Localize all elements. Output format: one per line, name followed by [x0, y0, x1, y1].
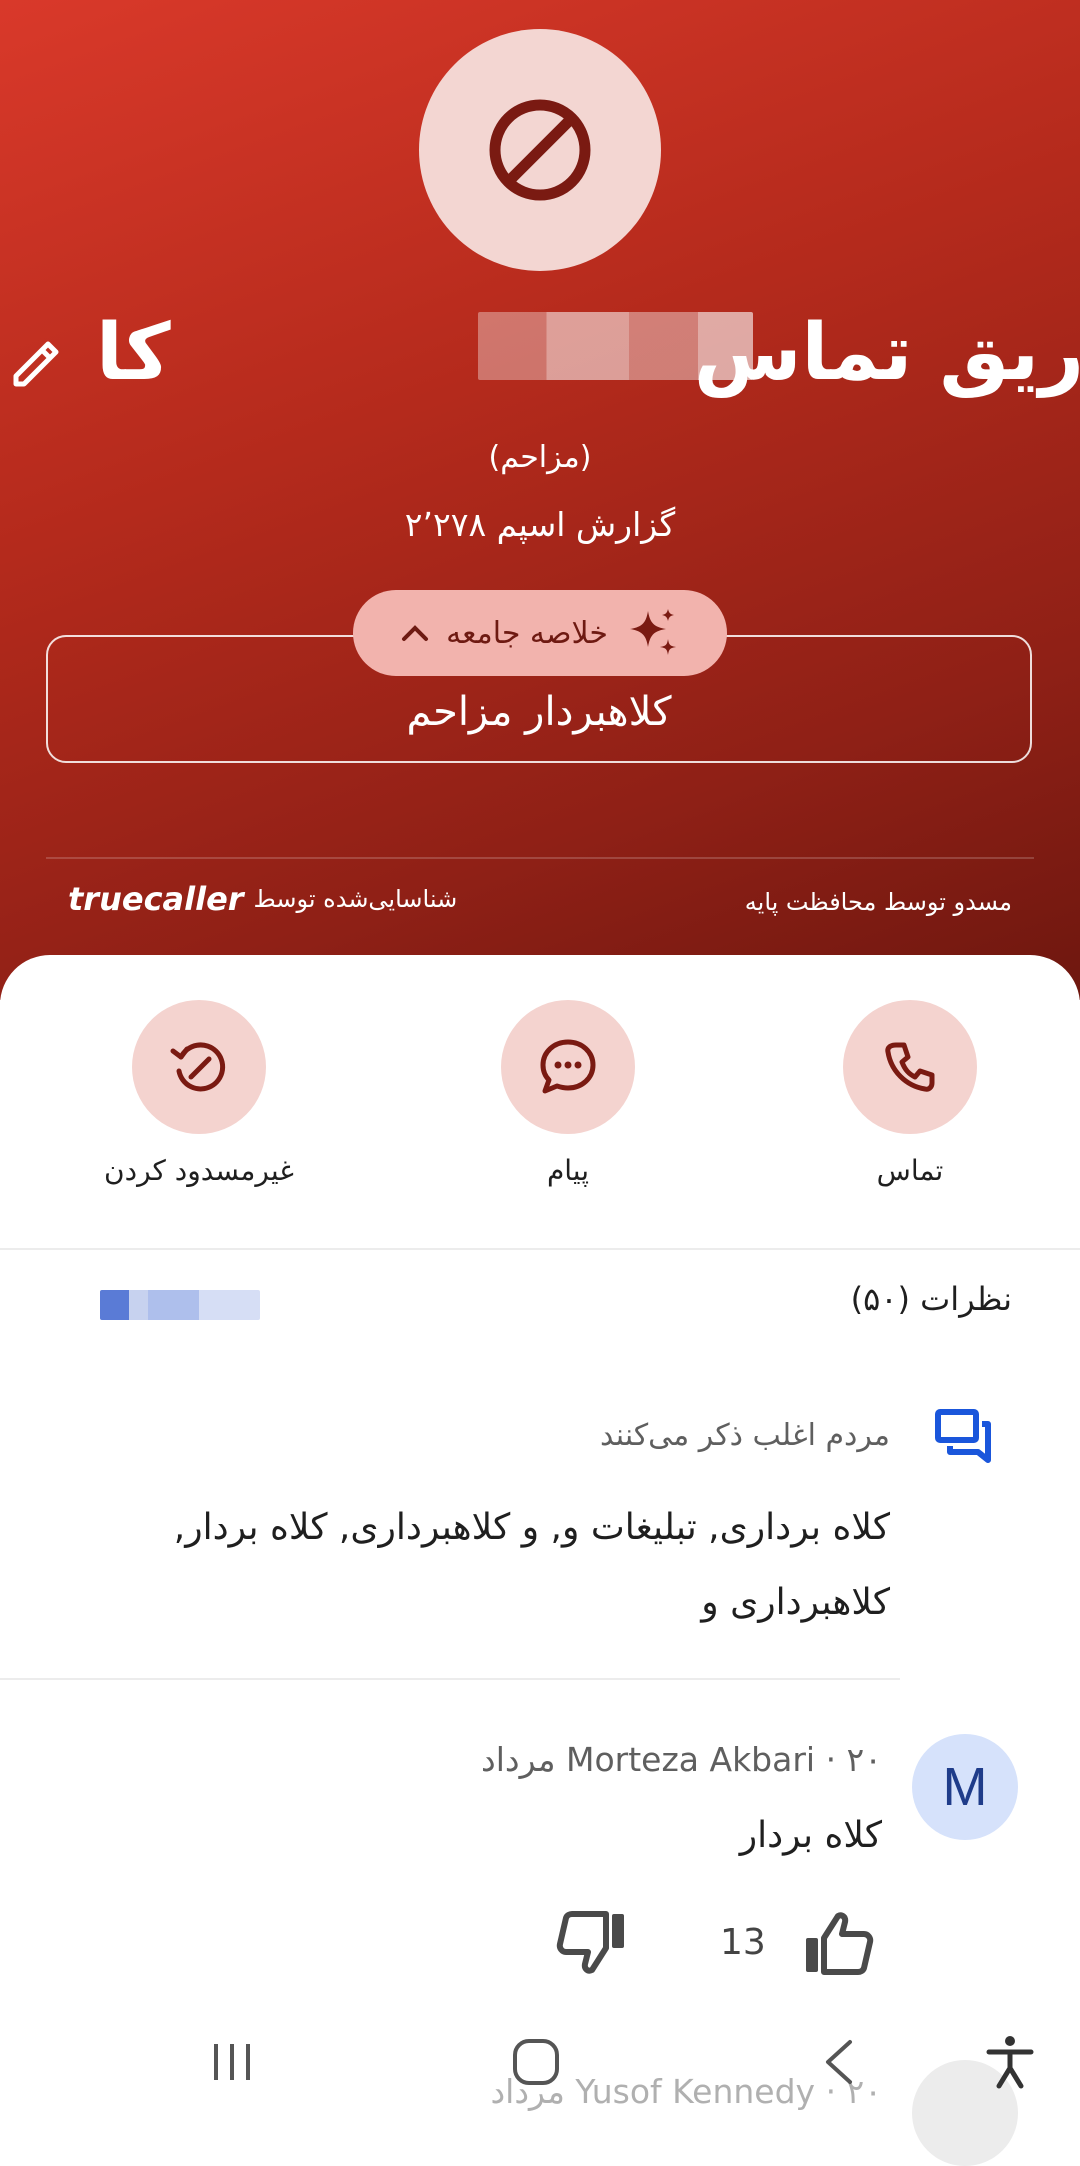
mentions-body: کلاه برداری, تبلیغات و, و کلاهبرداری, کل…: [173, 1507, 890, 1623]
unblock-action[interactable]: غیرمسدود کردن: [99, 1000, 299, 1187]
call-action[interactable]: تماس: [810, 1000, 1010, 1187]
system-navigation-bar: [0, 2010, 1080, 2118]
write-review-link[interactable]: [100, 1290, 260, 1320]
spam-tag: (مزاحم): [488, 440, 592, 475]
like-count: 13: [720, 1922, 766, 1963]
back-button[interactable]: [808, 2030, 872, 2094]
thumbs-up-icon[interactable]: [802, 1910, 874, 1976]
blocked-by-label: مسدو توسط محافظت پایه: [744, 888, 1012, 916]
chevron-up-icon: [402, 625, 429, 641]
message-icon: [540, 1039, 596, 1094]
reviews-title: نظرات (۵۰): [850, 1280, 1012, 1318]
call-label: تماس: [876, 1154, 944, 1187]
edit-icon[interactable]: [8, 332, 64, 388]
community-summary-toggle[interactable]: خلاصه جامعه: [353, 590, 727, 676]
phone-icon: [885, 1042, 935, 1092]
community-summary-label: خلاصه جامعه: [446, 615, 608, 651]
call-button[interactable]: [843, 1000, 977, 1134]
spam-report-count: ۲٬۲۷۸ گزارش اسپم: [404, 505, 676, 544]
comment-text: کلاه بردار: [739, 1815, 882, 1856]
identified-by: truecaller شناسایی‌شده توسط: [68, 880, 457, 918]
forum-icon: [935, 1409, 991, 1463]
actions-divider: [0, 1248, 1080, 1250]
back-icon: [826, 2040, 852, 2084]
accessibility-icon: [986, 2036, 1034, 2089]
home-button[interactable]: [504, 2030, 568, 2094]
caller-name-start: کا: [96, 308, 171, 398]
home-icon: [513, 2039, 559, 2085]
message-action[interactable]: پیام: [468, 1000, 668, 1187]
redacted-name: [478, 312, 753, 380]
recent-apps-icon: [214, 2044, 250, 2080]
unblock-label: غیرمسدود کردن: [104, 1154, 294, 1187]
avatar: M: [912, 1734, 1018, 1840]
caller-hero: ریق تماس کا (مزاحم) ۲٬۲۷۸ گزارش اسپم کلا…: [0, 0, 1080, 1000]
blocked-avatar: [419, 29, 661, 271]
unblock-icon: [170, 1042, 226, 1092]
mentions-divider: [0, 1678, 900, 1680]
unblock-button[interactable]: [132, 1000, 266, 1134]
hero-divider: [46, 857, 1034, 859]
block-icon: [489, 99, 591, 201]
accessibility-button[interactable]: [978, 2030, 1042, 2094]
message-label: پیام: [546, 1154, 590, 1187]
truecaller-logo: truecaller: [68, 880, 244, 918]
recent-apps-button[interactable]: [200, 2030, 264, 2094]
community-summary-text: کلاهبردار مزاحم: [406, 689, 672, 735]
thumbs-down-icon[interactable]: [556, 1910, 628, 1976]
identified-by-label: شناسایی‌شده توسط: [253, 885, 458, 913]
comment-author-date: Morteza Akbari · ۲۰ مرداد: [481, 1740, 882, 1779]
sparkle-icon: [629, 609, 676, 655]
mentions-heading: مردم اغلب ذکر می‌کنند: [600, 1418, 890, 1453]
message-button[interactable]: [501, 1000, 635, 1134]
